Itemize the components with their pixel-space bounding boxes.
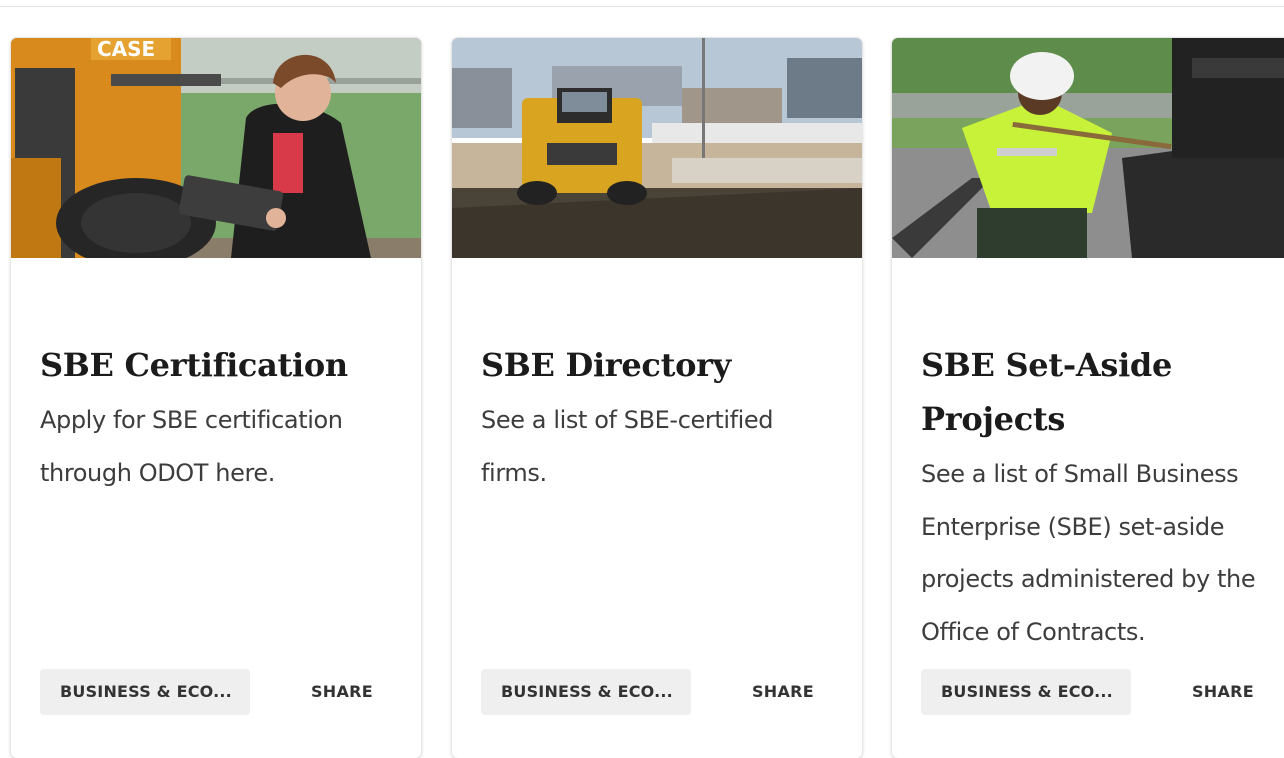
card-sbe-directory[interactable]: SBE Directory See a list of SBE-certifie… — [452, 38, 862, 758]
card-description: See a list of SBE-certified firms. — [481, 406, 774, 487]
card-image[interactable] — [452, 38, 862, 258]
card-description: Apply for SBE certification through ODOT… — [40, 406, 343, 487]
card-title[interactable]: SBE Certification — [40, 338, 400, 392]
card-image[interactable]: CASE — [11, 38, 421, 258]
share-button[interactable]: SHARE — [1192, 669, 1254, 715]
card-description: See a list of Small Business Enterprise … — [921, 460, 1256, 646]
card-image[interactable] — [892, 38, 1284, 258]
share-button[interactable]: SHARE — [311, 669, 373, 715]
category-tag-button[interactable]: BUSINESS & ECO... — [921, 669, 1131, 715]
card-sbe-certification[interactable]: CASE SBE Certification Apply for SBE cer… — [11, 38, 421, 758]
photo-dump-truck — [452, 38, 862, 258]
photo-woman-with-tablet: CASE — [11, 38, 421, 258]
card-title[interactable]: SBE Set-Aside Projects — [921, 338, 1281, 446]
category-tag-button[interactable]: BUSINESS & ECO... — [40, 669, 250, 715]
share-button[interactable]: SHARE — [752, 669, 814, 715]
photo-worker-raking-asphalt — [892, 38, 1284, 258]
case-logo-text: CASE — [97, 38, 155, 61]
card-title[interactable]: SBE Directory — [481, 338, 841, 392]
top-divider — [0, 6, 1284, 7]
card-sbe-set-aside-projects[interactable]: SBE Set-Aside Projects See a list of Sma… — [892, 38, 1284, 758]
category-tag-button[interactable]: BUSINESS & ECO... — [481, 669, 691, 715]
